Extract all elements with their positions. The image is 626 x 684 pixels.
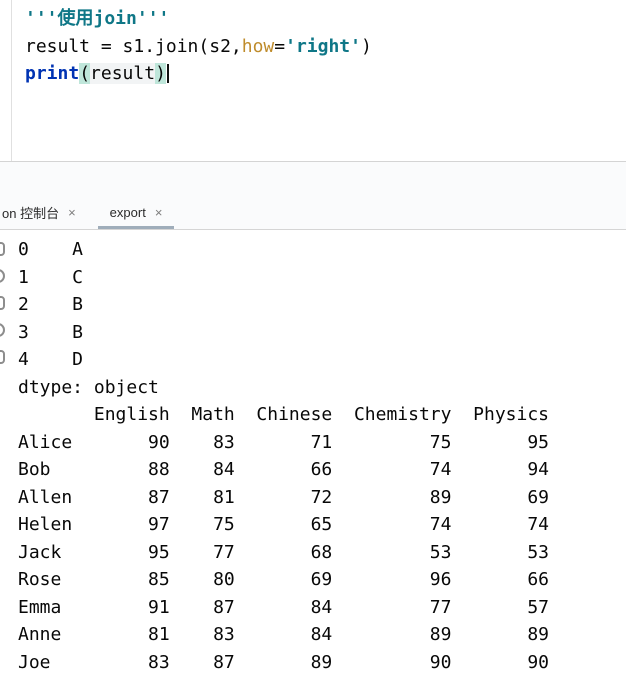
text-cursor bbox=[166, 63, 169, 83]
tab-label: export bbox=[109, 205, 146, 220]
console-output[interactable]: 0 A 1 C 2 B 3 B 4 D dtype: object Englis… bbox=[0, 230, 626, 676]
console-toolbar bbox=[0, 242, 9, 364]
tab-export[interactable]: export × bbox=[97, 196, 175, 229]
cropped-toolbar-icon-3[interactable] bbox=[0, 296, 5, 310]
code-token: 'right' bbox=[285, 35, 361, 57]
code-token: result bbox=[90, 63, 156, 84]
code-token: '''使用join''' bbox=[25, 8, 170, 29]
cropped-toolbar-icon-1[interactable] bbox=[0, 242, 5, 256]
tool-window-header: on 控制台 × export × bbox=[0, 162, 626, 230]
code-token: ) bbox=[360, 35, 372, 57]
console-panel[interactable]: 0 A 1 C 2 B 3 B 4 D dtype: object Englis… bbox=[0, 230, 626, 684]
code-token: how bbox=[241, 35, 275, 57]
code-editor[interactable]: '''使用join''' result = s1.join(s2,how='rig… bbox=[0, 0, 626, 162]
cropped-toolbar-icon-2[interactable] bbox=[0, 269, 5, 283]
code-line[interactable]: print(result) bbox=[25, 60, 626, 88]
cropped-toolbar-icon-5[interactable] bbox=[0, 350, 5, 364]
code-line[interactable]: '''使用join''' bbox=[25, 5, 626, 33]
tab-on-控制台[interactable]: on 控制台 × bbox=[0, 196, 88, 229]
gutter-divider bbox=[11, 0, 12, 161]
code-token: = bbox=[274, 35, 286, 57]
tab-close-icon[interactable]: × bbox=[68, 205, 76, 220]
tab-label: on 控制台 bbox=[2, 206, 60, 221]
code-token: print bbox=[25, 63, 80, 84]
code-line[interactable]: result = s1.join(s2,how='right') bbox=[25, 33, 626, 61]
cropped-toolbar-icon-4[interactable] bbox=[0, 323, 5, 337]
code-token: result = s1.join(s2, bbox=[25, 35, 242, 57]
tab-close-icon[interactable]: × bbox=[155, 205, 163, 220]
editor-lines: '''使用join''' result = s1.join(s2,how='rig… bbox=[25, 5, 626, 88]
tool-tabs: on 控制台 × export × bbox=[0, 196, 175, 229]
code-token: ( bbox=[79, 63, 91, 84]
code-token: ) bbox=[155, 63, 166, 84]
